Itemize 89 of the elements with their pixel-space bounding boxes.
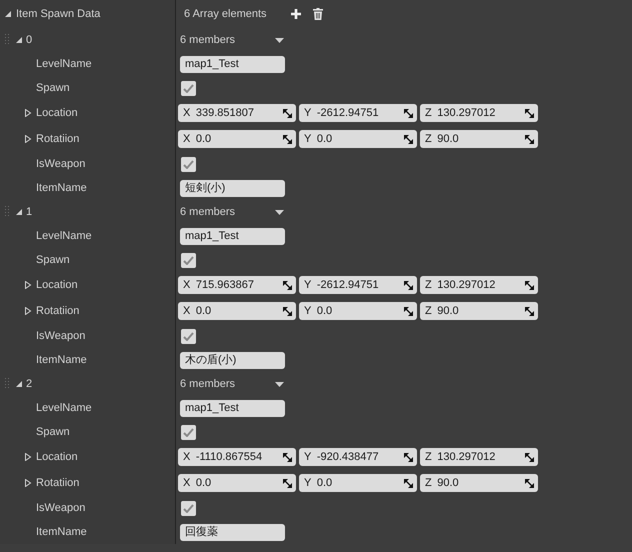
collapse-arrow-icon[interactable] [15,380,23,388]
property-label: ItemName [36,524,87,540]
expand-arrow-icon[interactable] [24,109,32,117]
property-label: IsWeapon [36,156,86,172]
number-field[interactable]: Y 0.0 [299,302,417,320]
property-label: LevelName [36,228,92,244]
number-field[interactable]: Y -2612.94751 [299,104,417,122]
property-label: IsWeapon [36,328,86,344]
number-field[interactable]: X 715.963867 [178,276,296,294]
text-field[interactable]: 短剣(小) [180,180,285,196]
number-field[interactable]: X 0.0 [178,302,296,320]
checkbox[interactable] [181,500,196,516]
number-field[interactable]: Z 130.297012 [420,276,538,294]
resize-arrows-icon[interactable] [283,134,292,144]
number-field[interactable]: Y 0.0 [299,474,417,492]
caret-icon[interactable] [275,382,284,386]
checkbox[interactable] [181,424,196,440]
resize-arrows-icon[interactable] [404,478,413,488]
collapse-arrow-icon[interactable] [4,10,12,18]
members-dropdown[interactable]: 6 members [180,200,284,224]
resize-arrows-icon[interactable] [283,108,292,118]
property-label: Rotatiion [36,476,80,491]
number-field[interactable]: Z 90.0 [420,302,538,320]
property-label: Location [36,106,78,121]
checkbox[interactable] [181,252,196,268]
property-label: Rotatiion [36,304,80,319]
resize-arrows-icon[interactable] [525,108,534,118]
resize-arrows-icon[interactable] [404,280,413,290]
property-label: Rotatiion [36,132,80,147]
number-field[interactable]: Y 0.0 [299,130,417,148]
property-label: ItemName [36,352,87,368]
text-field[interactable]: 回復薬 [180,524,285,540]
property-label: IsWeapon [36,500,86,516]
expand-arrow-icon[interactable] [24,453,32,461]
number-field[interactable]: X -1110.867554 [178,448,296,466]
resize-arrows-icon[interactable] [525,306,534,316]
resize-arrows-icon[interactable] [525,280,534,290]
property-label: Spawn [36,252,70,268]
expand-arrow-icon[interactable] [24,479,32,487]
trash-icon[interactable] [312,8,323,20]
property-label: ItemName [36,180,87,196]
resize-arrows-icon[interactable] [283,478,292,488]
resize-arrows-icon[interactable] [404,108,413,118]
resize-arrows-icon[interactable] [283,306,292,316]
text-field[interactable]: map1_Test [180,56,285,72]
property-label: Location [36,450,78,465]
array-count: 6 Array elements [184,6,267,22]
members-dropdown[interactable]: 6 members [180,372,284,396]
element-index: 0 [26,32,32,48]
resize-arrows-icon[interactable] [525,134,534,144]
text-field[interactable]: map1_Test [180,400,285,416]
resize-arrows-icon[interactable] [525,452,534,462]
number-field[interactable]: Y -920.438477 [299,448,417,466]
number-field[interactable]: Y -2612.94751 [299,276,417,294]
resize-arrows-icon[interactable] [525,478,534,488]
property-label: Spawn [36,424,70,440]
resize-arrows-icon[interactable] [404,134,413,144]
resize-arrows-icon[interactable] [283,452,292,462]
checkbox[interactable] [181,328,196,344]
add-icon[interactable] [290,8,302,20]
number-field[interactable]: Z 90.0 [420,130,538,148]
number-field[interactable]: X 339.851807 [178,104,296,122]
resize-arrows-icon[interactable] [283,280,292,290]
collapse-arrow-icon[interactable] [15,208,23,216]
number-field[interactable]: Z 130.297012 [420,104,538,122]
expand-arrow-icon[interactable] [24,135,32,143]
resize-arrows-icon[interactable] [404,306,413,316]
property-label: Location [36,278,78,293]
element-index: 1 [26,204,32,220]
caret-icon[interactable] [275,210,284,214]
element-index: 2 [26,376,32,392]
property-label: Spawn [36,80,70,96]
members-dropdown[interactable]: 6 members [180,28,284,52]
collapse-arrow-icon[interactable] [15,36,23,44]
caret-icon[interactable] [275,38,284,42]
number-field[interactable]: X 0.0 [178,474,296,492]
checkbox[interactable] [181,80,196,96]
property-label: LevelName [36,56,92,72]
text-field[interactable]: map1_Test [180,228,285,244]
property-label: LevelName [36,400,92,416]
number-field[interactable]: Z 130.297012 [420,448,538,466]
property-label: Item Spawn Data [16,6,100,22]
expand-arrow-icon[interactable] [24,307,32,315]
expand-arrow-icon[interactable] [24,281,32,289]
number-field[interactable]: Z 90.0 [420,474,538,492]
resize-arrows-icon[interactable] [404,452,413,462]
number-field[interactable]: X 0.0 [178,130,296,148]
checkbox[interactable] [181,156,196,172]
text-field[interactable]: 木の盾(小) [180,352,285,368]
